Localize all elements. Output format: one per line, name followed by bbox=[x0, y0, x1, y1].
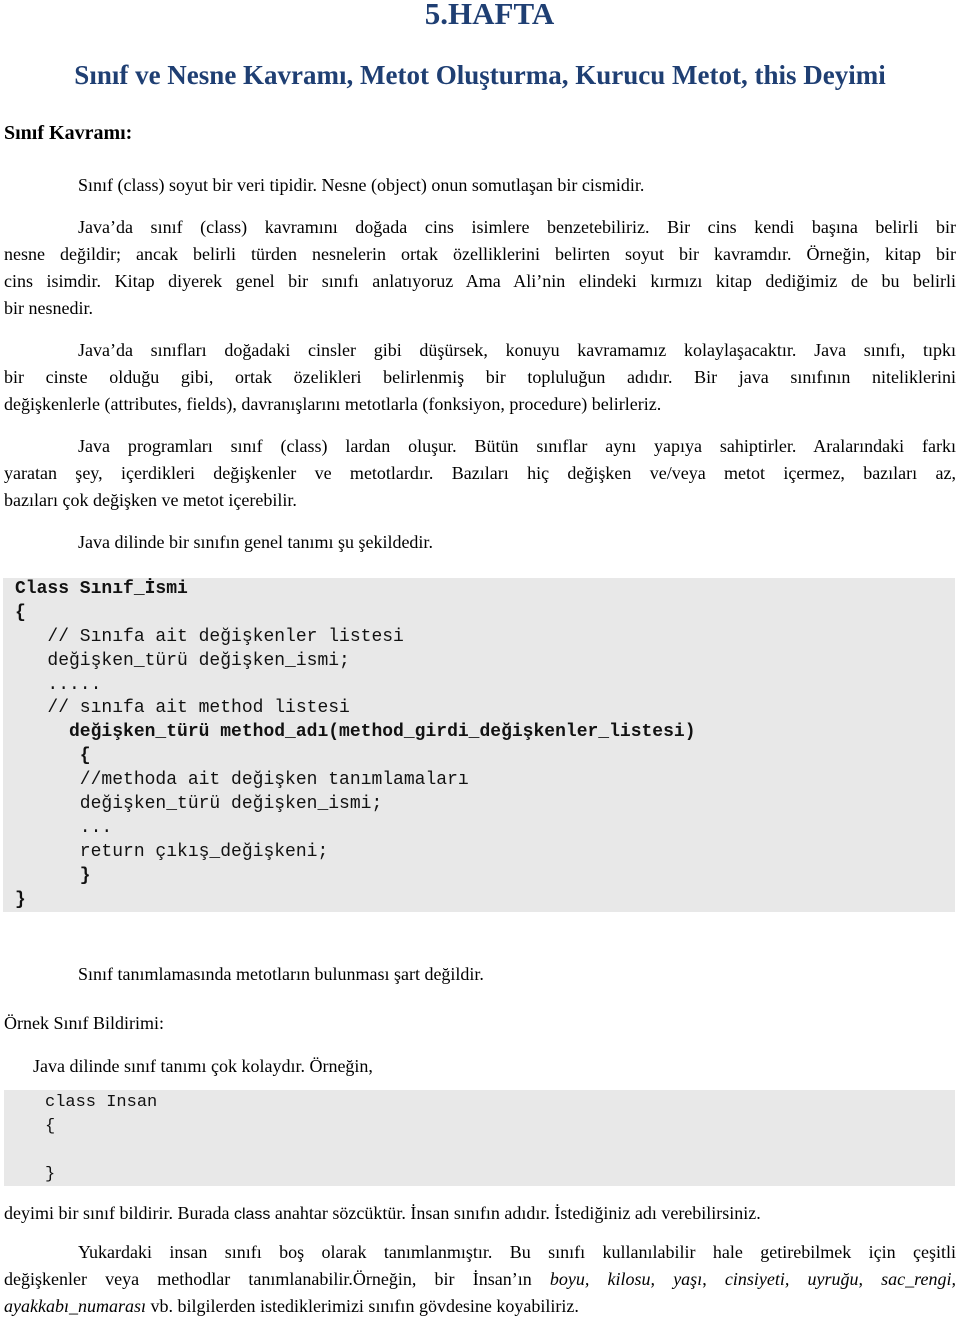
code-line: { bbox=[15, 746, 91, 767]
paragraph-line: Java’da sınıf (class) kavramını doğada c… bbox=[78, 217, 956, 237]
paragraph-text: değişkenler veya methodlar tanımlanabili… bbox=[4, 1269, 550, 1289]
paragraph-text: Sınıf (class) soyut bir veri tipidir. Ne… bbox=[78, 175, 645, 195]
code-line: class Insan bbox=[45, 1093, 158, 1112]
paragraph-text: anahtar sözcüktür. İnsan sınıfın adıdır.… bbox=[270, 1203, 761, 1223]
paragraph-line: bir cinste olduğu gibi, ortak özelikleri… bbox=[4, 367, 956, 387]
paragraph-line: bir nesnedir. bbox=[4, 298, 93, 318]
paragraph-9: Yukardaki insan sınıfı boş olarak tanıml… bbox=[4, 1239, 956, 1320]
section-heading: Sınıf Kavramı: bbox=[4, 122, 133, 144]
paragraph-line: değişkenlerle (attributes, fields), davr… bbox=[4, 394, 662, 414]
paragraph-text: deyimi bir sınıf bildirir. Burada bbox=[4, 1203, 234, 1223]
code-line: // sınıfa ait method listesi bbox=[15, 698, 350, 719]
paragraph-1: Sınıf (class) soyut bir veri tipidir. Ne… bbox=[4, 172, 956, 199]
code-line: ..... bbox=[15, 674, 102, 695]
paragraph-line: cins isimdir. Kitap diyerek genel bir sı… bbox=[4, 271, 956, 291]
class-keyword: class bbox=[233, 1206, 271, 1223]
page-title: 5.HAFTA bbox=[424, 0, 555, 31]
italic-field-names: cinsiyeti, uyruğu, sac_rengi, bbox=[724, 1269, 957, 1289]
code-line: //methoda ait değişken tanımlamaları bbox=[15, 770, 469, 791]
paragraph-8: deyimi bir sınıf bildirir. Burada class … bbox=[4, 1200, 956, 1228]
code-line: return çıkış_değişkeni; bbox=[15, 841, 329, 862]
paragraph-5: Java dilinde bir sınıfın genel tanımı şu… bbox=[4, 529, 956, 556]
code-line: // Sınıfa ait değişkenler listesi bbox=[15, 626, 404, 647]
code-line: değişken_türü değişken_ismi; bbox=[15, 650, 350, 671]
code-line: değişken_türü değişken_ismi; bbox=[15, 794, 383, 815]
code-line: Class Sınıf_İsmi bbox=[15, 579, 188, 599]
code-line: } bbox=[15, 865, 91, 886]
paragraph-6: Sınıf tanımlamasında metotların bulunmas… bbox=[4, 961, 956, 988]
page-subtitle: Sınıf ve Nesne Kavramı, Metot Oluşturma,… bbox=[74, 60, 886, 90]
paragraph-7: Java dilinde sınıf tanımı çok kolaydır. … bbox=[33, 1056, 373, 1076]
example-heading: Örnek Sınıf Bildirimi: bbox=[4, 1013, 164, 1033]
code-block-class-template: Class Sınıf_İsmi { // Sınıfa ait değişken… bbox=[3, 578, 955, 912]
paragraph-line: Java’da sınıfları doğadaki cinsler gibi … bbox=[78, 340, 956, 360]
paragraph-text: Sınıf tanımlamasında metotların bulunmas… bbox=[78, 964, 484, 984]
paragraph-line: Yukardaki insan sınıfı boş olarak tanıml… bbox=[78, 1242, 956, 1262]
code-line: değişken_türü method_adı(method_girdi_de… bbox=[15, 722, 696, 743]
code-line: { bbox=[45, 1117, 56, 1136]
italic-field-names: ayakkabı_numarası bbox=[4, 1296, 146, 1316]
code-line: } bbox=[15, 889, 26, 910]
paragraph-4: Java programları sınıf (class) lardan ol… bbox=[4, 433, 956, 514]
paragraph-text: vb. bilgilerden istediklerimizi sınıfın … bbox=[145, 1296, 579, 1316]
paragraph-line: yaratan şey, içerdikleri değişkenler ve … bbox=[4, 463, 956, 483]
paragraph-2: Java’da sınıf (class) kavramını doğada c… bbox=[4, 214, 956, 322]
paragraph-line: Java programları sınıf (class) lardan ol… bbox=[78, 436, 956, 456]
code-line: { bbox=[15, 602, 26, 623]
code-line: } bbox=[45, 1165, 56, 1184]
paragraph-text: , bbox=[702, 1269, 725, 1289]
paragraph-line: nesne değildir; ancak belirli türden nes… bbox=[4, 244, 956, 264]
paragraph-line: bazıları çok değişken ve metot içerebili… bbox=[4, 490, 297, 510]
italic-field-names: boyu, kilosu, yaşı bbox=[549, 1269, 703, 1289]
paragraph-3: Java’da sınıfları doğadaki cinsler gibi … bbox=[4, 337, 956, 418]
code-line: ... bbox=[15, 817, 113, 838]
paragraph-text: Java dilinde bir sınıfın genel tanımı şu… bbox=[78, 532, 433, 552]
code-block-insan-class: class Insan {} bbox=[4, 1090, 955, 1186]
